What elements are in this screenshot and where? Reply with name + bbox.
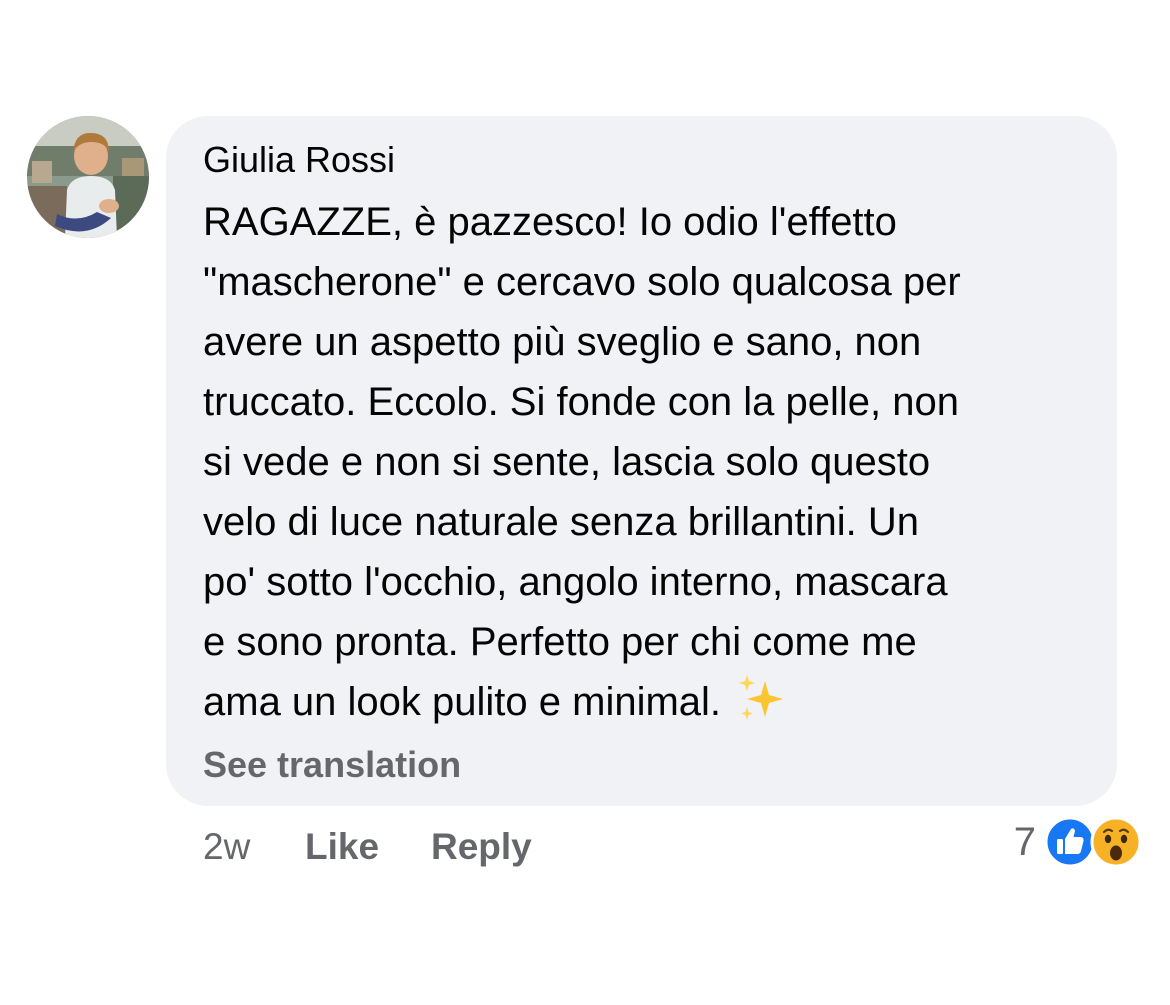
comment-text-line: "mascherone" e cercavo solo qualcosa per (203, 260, 961, 304)
comment-text-line: si vede e non si sente, lascia solo ques… (203, 440, 931, 484)
like-button[interactable]: Like (305, 822, 379, 872)
comment-text-line: velo di luce naturale senza brillantini.… (203, 500, 919, 544)
avatar-photo (27, 116, 149, 238)
comment-bubble: Giulia Rossi RAGAZZE, è pazzesco! Io odi… (166, 116, 1117, 806)
comment-text-line: RAGAZZE, è pazzesco! Io odio l'effetto (203, 200, 897, 244)
see-translation-link[interactable]: See translation (203, 740, 461, 790)
author-avatar[interactable] (27, 116, 149, 238)
comment-text-line: avere un aspetto più sveglio e sano, non (203, 320, 922, 364)
like-reaction-icon (1044, 816, 1096, 868)
comment-timestamp[interactable]: 2w (203, 822, 250, 872)
comment-text: RAGAZZE, è pazzesco! Io odio l'effetto "… (203, 192, 1103, 732)
comment-text-line-last: ama un look pulito e minimal. (203, 672, 1103, 732)
comment-author-name[interactable]: Giulia Rossi (203, 138, 395, 182)
sparkles-emoji-icon (739, 675, 784, 720)
comment-text-line: po' sotto l'occhio, angolo interno, masc… (203, 560, 948, 604)
wow-reaction-icon (1090, 816, 1142, 868)
reaction-count: 7 (1013, 820, 1036, 864)
reactions-summary[interactable]: 7 (1014, 814, 1142, 870)
reply-button[interactable]: Reply (431, 822, 532, 872)
comment-text-line-content: ama un look pulito e minimal. (203, 680, 722, 724)
comment-text-line: truccato. Eccolo. Si fonde con la pelle,… (203, 380, 960, 424)
comment-text-line: e sono pronta. Perfetto per chi come me (203, 620, 917, 664)
